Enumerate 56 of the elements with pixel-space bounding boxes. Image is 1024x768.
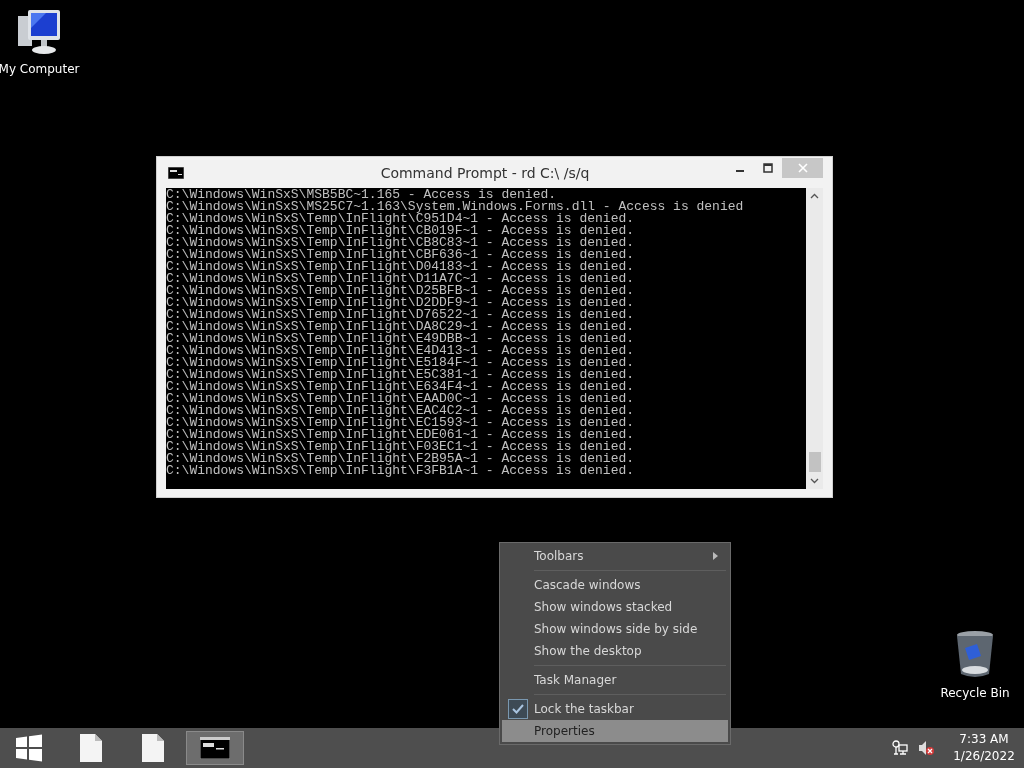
menu-item[interactable]: Task Manager	[502, 669, 728, 691]
console-line: C:\Windows\WinSxS\Temp\InFlight\D2DDF9~1 - Access is denied.	[166, 297, 636, 309]
clock-time: 7:33 AM	[959, 731, 1009, 748]
console-line: C:\Windows\WinSxS\MS25C7~1.163\System.Windows.Forms.dll - Access is denied	[166, 201, 745, 213]
console-line: C:\Windows\WinSxS\Temp\InFlight\C951D4~1 - Access is denied.	[166, 213, 636, 225]
console-icon	[200, 737, 230, 759]
taskbar-clock[interactable]: 7:33 AM 1/26/2022	[944, 731, 1024, 765]
document-icon	[142, 734, 164, 762]
menu-item[interactable]: Toolbars	[502, 545, 728, 567]
console-line: C:\Windows\WinSxS\Temp\InFlight\F2B95A~1 - Access is denied.	[166, 453, 636, 465]
scroll-down-icon[interactable]	[810, 478, 819, 484]
menu-item[interactable]: Show the desktop	[502, 640, 728, 662]
console-icon	[168, 166, 184, 179]
console-line: C:\Windows\WinSxS\Temp\InFlight\E5C381~1 - Access is denied.	[166, 369, 636, 381]
scroll-up-icon[interactable]	[810, 193, 819, 199]
console-line: C:\Windows\WinSxS\Temp\InFlight\DA8C29~1 - Access is denied.	[166, 321, 636, 333]
console-line: C:\Windows\WinSxS\Temp\InFlight\D25BFB~1 - Access is denied.	[166, 285, 636, 297]
clock-date: 1/26/2022	[953, 748, 1015, 765]
console-line: C:\Windows\WinSxS\Temp\InFlight\EDE061~1 - Access is denied.	[166, 429, 636, 441]
taskbar-button[interactable]	[186, 731, 244, 765]
windows-logo-icon	[15, 734, 43, 762]
menu-item[interactable]: Properties	[502, 720, 728, 742]
speaker-muted-icon[interactable]	[918, 740, 934, 756]
desktop-icon-label[interactable]: Recycle Bin	[940, 686, 1010, 700]
trash-bin-icon[interactable]	[955, 630, 995, 680]
console-line: C:\Windows\WinSxS\Temp\InFlight\EC1593~1 - Access is denied.	[166, 417, 636, 429]
scrollbar-thumb[interactable]	[808, 452, 821, 472]
menu-item[interactable]: Lock the taskbar	[502, 698, 728, 720]
console-line: C:\Windows\WinSxS\Temp\InFlight\E5184F~1 - Access is denied.	[166, 357, 636, 369]
console-line: C:\Windows\WinSxS\Temp\InFlight\E634F4~1 - Access is denied.	[166, 381, 636, 393]
document-icon	[80, 734, 102, 762]
console-line: C:\Windows\WinSxS\Temp\InFlight\CB8C83~1 - Access is denied.	[166, 237, 636, 249]
console-line: C:\Windows\WinSxS\Temp\InFlight\F3FB1A~1 - Access is denied.	[166, 465, 636, 477]
console-line: C:\Windows\WinSxS\Temp\InFlight\CB019F~1 - Access is denied.	[166, 225, 636, 237]
maximize-icon	[763, 162, 773, 173]
console-line: C:\Windows\WinSxS\Temp\InFlight\E49DBB~1 - Access is denied.	[166, 333, 636, 345]
computer-icon[interactable]	[16, 8, 62, 56]
console-line: C:\Windows\WinSxS\Temp\InFlight\E4D413~1 - Access is denied.	[166, 345, 636, 357]
menu-item[interactable]: Show windows side by side	[502, 618, 728, 640]
window-title: Command Prompt - rd C:\ /s/q	[379, 164, 591, 181]
menu-item[interactable]: Show windows stacked	[502, 596, 728, 618]
console-line: C:\Windows\WinSxS\Temp\InFlight\D11A7C~1 - Access is denied.	[166, 273, 636, 285]
console-line: C:\Windows\WinSxS\Temp\InFlight\F03EC1~1 - Access is denied.	[166, 441, 636, 453]
console-line: C:\Windows\WinSxS\Temp\InFlight\D76522~1 - Access is denied.	[166, 309, 636, 321]
console-line: C:\Windows\WinSxS\Temp\InFlight\D04183~1 - Access is denied.	[166, 261, 636, 273]
console-line: C:\Windows\WinSxS\MSB5BC~1.165 - Access is denied.	[166, 189, 557, 201]
console-line: C:\Windows\WinSxS\Temp\InFlight\EAC4C2~1 - Access is denied.	[166, 405, 636, 417]
console-line: C:\Windows\WinSxS\Temp\InFlight\EAAD0C~1 - Access is denied.	[166, 393, 636, 405]
network-icon[interactable]	[892, 740, 908, 756]
menu-item[interactable]: Cascade windows	[502, 574, 728, 596]
vertical-scrollbar[interactable]	[806, 188, 823, 489]
desktop-icon-label[interactable]: My Computer	[0, 62, 80, 76]
submenu-arrow-icon	[713, 552, 718, 560]
console-line: C:\Windows\WinSxS\Temp\InFlight\CBF636~1 - Access is denied.	[166, 249, 636, 261]
minimize-icon	[736, 170, 744, 172]
close-icon	[797, 162, 808, 173]
